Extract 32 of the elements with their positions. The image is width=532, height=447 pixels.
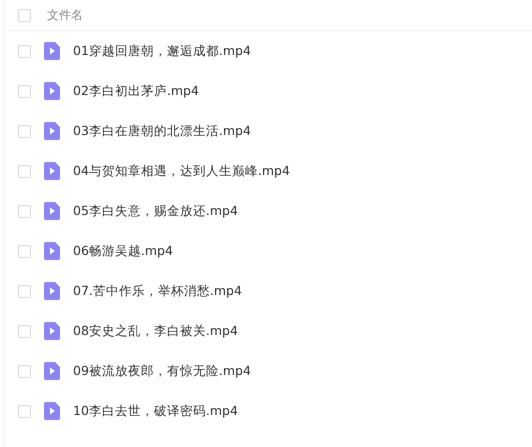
file-name[interactable]: 02李白初出茅庐.mp4 [73,82,199,100]
checkbox[interactable] [18,84,31,98]
file-name[interactable]: 04与贺知章相遇，达到人生巅峰.mp4 [73,162,290,180]
video-file-icon [44,242,60,260]
video-file-icon [44,122,60,140]
file-name[interactable]: 06畅游吴越.mp4 [73,242,173,260]
video-file-icon [44,82,60,100]
file-name[interactable]: 07.苦中作乐，举杯消愁.mp4 [73,282,242,300]
file-name[interactable]: 08安史之乱，李白被关.mp4 [73,322,238,340]
file-name[interactable]: 01穿越回唐朝，邂逅成都.mp4 [73,42,251,60]
checkbox[interactable] [18,324,31,338]
file-name[interactable]: 09被流放夜郎，有惊无险.mp4 [73,362,251,380]
video-file-icon [44,282,60,300]
video-file-icon [44,202,60,220]
checkbox[interactable] [18,164,31,178]
checkbox[interactable] [18,44,31,58]
file-name[interactable]: 10李白去世，破译密码.mp4 [73,402,238,420]
file-name[interactable]: 03李白在唐朝的北漂生活.mp4 [73,122,251,140]
checkbox[interactable] [18,8,31,22]
column-header[interactable]: 文件名 [47,6,83,24]
video-file-icon [44,322,60,340]
video-file-icon [44,162,60,180]
checkbox[interactable] [18,204,31,218]
video-file-icon [44,42,60,60]
video-file-icon [44,402,60,420]
checkbox[interactable] [18,284,31,298]
video-file-icon [44,362,60,380]
checkbox[interactable] [18,404,31,418]
file-name[interactable]: 05李白失意，赐金放还.mp4 [73,202,238,220]
checkbox[interactable] [18,364,31,378]
checkbox[interactable] [18,124,31,138]
checkbox[interactable] [18,244,31,258]
